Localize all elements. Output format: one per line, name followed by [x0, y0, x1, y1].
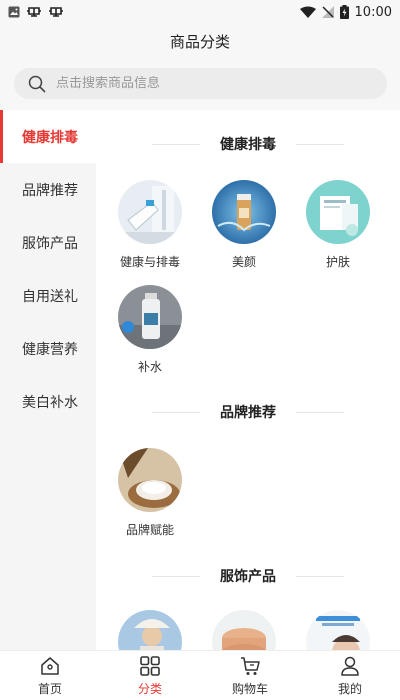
home-icon [41, 656, 59, 675]
product-thumbnail [118, 285, 182, 349]
subcategory-label: 品牌赋能 [125, 523, 174, 537]
subcategory-apparel-2[interactable] [204, 610, 284, 650]
subcategory-apparel-3[interactable] [298, 610, 378, 650]
category-icon [140, 655, 160, 676]
divider [152, 143, 200, 145]
subcategory-apparel-1[interactable] [110, 610, 190, 650]
subcategory-health-detox[interactable]: 健康与排毒 [110, 180, 190, 270]
tab-label: 分类 [137, 681, 162, 696]
divider [296, 575, 344, 577]
section-header: 服饰产品 [96, 566, 400, 586]
sidebar-item-label: 健康排毒 [22, 129, 78, 146]
subcategory-beauty[interactable]: 美颜 [204, 180, 284, 270]
subcategory-label: 护肤 [325, 255, 350, 269]
section-header: 健康排毒 [96, 134, 400, 154]
subcategory-label: 补水 [137, 360, 162, 374]
section-title: 服饰产品 [220, 569, 276, 585]
search-icon [28, 75, 46, 92]
sidebar-item-label: 健康营养 [22, 341, 78, 358]
subcategory-skincare[interactable]: 护肤 [298, 180, 378, 270]
profile-icon [341, 656, 359, 676]
sidebar-item-brand-recommend[interactable]: 品牌推荐 [0, 163, 96, 216]
divider [152, 411, 200, 413]
product-thumbnail [118, 610, 182, 650]
bug-notification-icon [26, 5, 42, 19]
status-left [8, 5, 64, 19]
product-thumbnail [306, 180, 370, 244]
sidebar-item-health-detox[interactable]: 健康排毒 [0, 110, 96, 163]
tab-home[interactable]: 首页 [0, 651, 100, 700]
product-thumbnail [306, 610, 370, 650]
subcategory-label: 健康与排毒 [119, 255, 180, 269]
status-bar: 10:00 [0, 0, 400, 24]
tab-label: 首页 [37, 681, 62, 696]
section-header: 品牌推荐 [96, 402, 400, 422]
no-signal-icon [321, 6, 334, 18]
status-right: 10:00 [299, 4, 392, 20]
sidebar-item-apparel[interactable]: 服饰产品 [0, 216, 96, 269]
sidebar-item-label: 服饰产品 [22, 235, 78, 252]
search-box[interactable] [14, 68, 387, 99]
status-time: 10:00 [354, 4, 392, 20]
wifi-icon [299, 6, 316, 18]
sidebar-item-nutrition[interactable]: 健康营养 [0, 322, 96, 375]
category-sidebar: 健康排毒 品牌推荐 服饰产品 自用送礼 健康营养 美白补水 [0, 110, 96, 650]
subcategory-brand-empower[interactable]: 品牌赋能 [110, 448, 190, 538]
tab-label: 购物车 [231, 681, 268, 696]
cart-icon [241, 656, 260, 675]
divider [152, 575, 200, 577]
page-title: 商品分类 [169, 32, 230, 51]
search-bar-container [0, 58, 400, 110]
bottom-tab-bar: 首页 分类 购物车 我的 [0, 650, 400, 700]
subcategory-label: 美颜 [231, 255, 256, 269]
sidebar-item-whitening[interactable]: 美白补水 [0, 375, 96, 428]
sidebar-item-label: 品牌推荐 [22, 182, 78, 199]
sidebar-item-label: 自用送礼 [22, 288, 78, 305]
battery-icon [339, 5, 349, 19]
sidebar-item-gifts[interactable]: 自用送礼 [0, 269, 96, 322]
product-thumbnail [118, 448, 182, 512]
subcategory-hydration[interactable]: 补水 [110, 285, 190, 375]
product-thumbnail [212, 180, 276, 244]
product-thumbnail [118, 180, 182, 244]
product-thumbnail [212, 610, 276, 650]
tab-cart[interactable]: 购物车 [200, 651, 300, 700]
sidebar-item-label: 美白补水 [22, 394, 78, 411]
tab-category[interactable]: 分类 [100, 651, 200, 700]
header: 商品分类 [0, 24, 400, 58]
section-title: 品牌推荐 [220, 405, 276, 421]
divider [296, 143, 344, 145]
tab-label: 我的 [337, 681, 362, 696]
category-content: 健康排毒 健康与排毒 美颜 护肤 补水 品牌推荐 品牌赋能 服饰产品 [96, 110, 400, 650]
section-title: 健康排毒 [220, 137, 276, 153]
bug-notification-icon-2 [48, 5, 64, 19]
divider [296, 411, 344, 413]
tab-profile[interactable]: 我的 [300, 651, 400, 700]
gallery-notification-icon [8, 6, 20, 18]
search-input[interactable] [56, 76, 346, 91]
